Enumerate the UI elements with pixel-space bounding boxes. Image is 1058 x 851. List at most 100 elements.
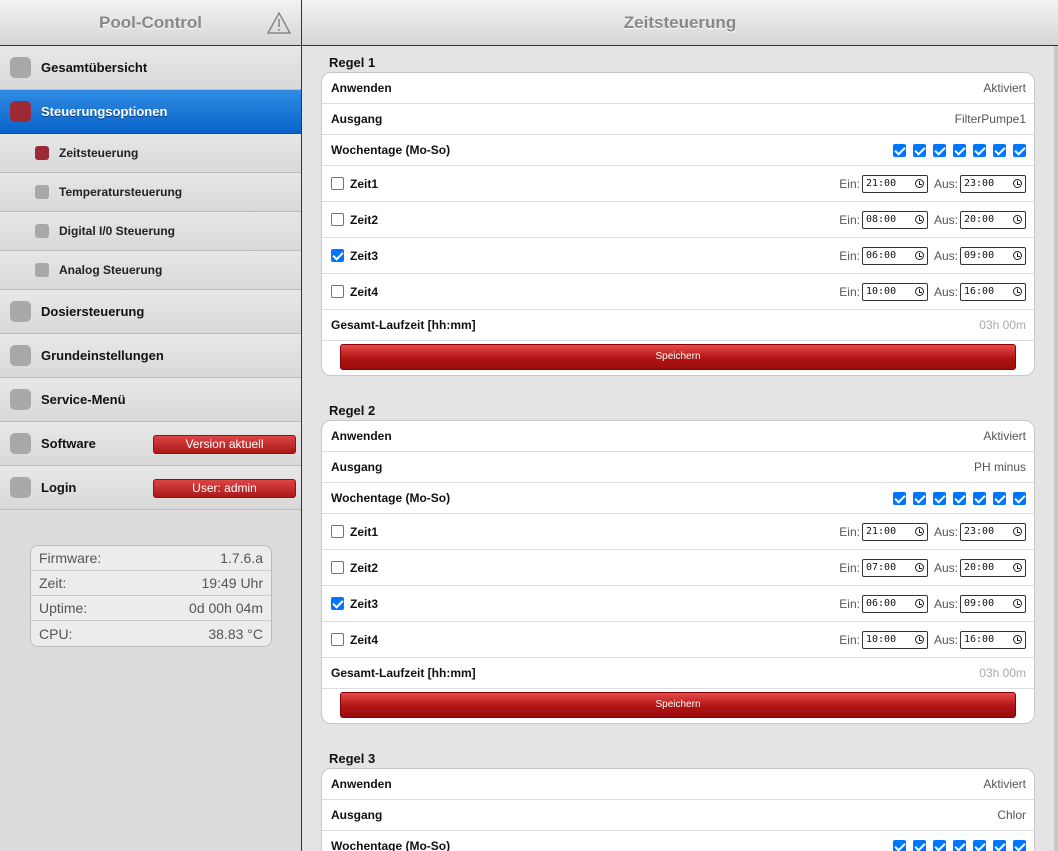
output-row[interactable]: Ausgang PH minus <box>322 452 1034 483</box>
off-time-input[interactable]: 16:00 <box>960 282 1026 301</box>
software-version-badge[interactable]: Version aktuell <box>153 435 296 454</box>
output-row[interactable]: Ausgang Chlor <box>322 800 1034 831</box>
off-time-input[interactable]: 23:00 <box>960 522 1026 541</box>
login-user-badge[interactable]: User: admin <box>153 479 296 498</box>
nav-dosiersteuerung[interactable]: Dosiersteuerung <box>0 290 301 334</box>
nav-marker <box>10 389 31 410</box>
rule-section: Regel 2 Anwenden Aktiviert Ausgang PH minus W… <box>321 401 1035 724</box>
weekday-checkbox-2[interactable] <box>913 143 926 157</box>
weekday-checkbox-6[interactable] <box>993 839 1006 851</box>
time-enable-checkbox[interactable] <box>331 249 344 262</box>
time-enable-checkbox[interactable] <box>331 561 344 574</box>
on-time-input[interactable]: 21:00 <box>861 522 928 541</box>
clock-icon <box>914 635 924 644</box>
nav-service-menu[interactable]: Service-Menü <box>0 378 301 422</box>
weekday-checkbox-5[interactable] <box>973 839 986 851</box>
save-button[interactable]: Speichern <box>340 344 1016 370</box>
off-time-input[interactable]: 09:00 <box>960 246 1026 265</box>
apply-row[interactable]: Anwenden Aktiviert <box>322 421 1034 452</box>
weekday-checkbox-3[interactable] <box>933 839 946 851</box>
weekday-checkboxes <box>886 839 1026 851</box>
on-time-input[interactable]: 06:00 <box>861 594 928 613</box>
on-time-value: 21:00 <box>865 178 897 189</box>
weekday-checkbox-4[interactable] <box>953 143 966 157</box>
output-row[interactable]: Ausgang FilterPumpe1 <box>322 104 1034 135</box>
on-time-input[interactable]: 06:00 <box>861 246 928 265</box>
nav-login[interactable]: Login User: admin <box>0 466 301 510</box>
subnav-analog[interactable]: Analog Steuerung <box>0 251 301 290</box>
off-label: Aus: <box>933 212 958 227</box>
weekday-checkbox-7[interactable] <box>1013 839 1026 851</box>
on-time-input[interactable]: 08:00 <box>861 210 928 229</box>
weekdays-label: Wochentage (Mo-So) <box>331 839 451 851</box>
weekdays-label: Wochentage (Mo-So) <box>331 143 451 157</box>
off-time-input[interactable]: 23:00 <box>960 174 1026 193</box>
off-time-input[interactable]: 09:00 <box>960 594 1026 613</box>
subnav-zeitsteuerung[interactable]: Zeitsteuerung <box>0 134 301 173</box>
weekday-checkbox-7[interactable] <box>1013 143 1026 157</box>
nav-gesamtuebersicht[interactable]: Gesamtübersicht <box>0 46 301 90</box>
on-label: Ein: <box>839 524 860 539</box>
info-label: CPU: <box>39 625 73 642</box>
time-enable-checkbox[interactable] <box>331 525 344 538</box>
time-label: Zeit4 <box>350 632 379 647</box>
weekday-checkbox-3[interactable] <box>933 491 946 505</box>
nav-software[interactable]: Software Version aktuell <box>0 422 301 466</box>
off-time-input[interactable]: 20:00 <box>960 210 1026 229</box>
total-runtime-value: 03h 00m <box>979 666 1026 680</box>
weekday-checkbox-4[interactable] <box>953 491 966 505</box>
weekday-checkbox-3[interactable] <box>933 143 946 157</box>
on-time-value: 08:00 <box>865 214 897 225</box>
weekday-checkbox-6[interactable] <box>993 491 1006 505</box>
output-value[interactable]: FilterPumpe1 <box>955 112 1026 126</box>
off-time-input[interactable]: 20:00 <box>960 558 1026 577</box>
on-time-input[interactable]: 10:00 <box>861 630 928 649</box>
weekdays-row: Wochentage (Mo-So) <box>322 135 1034 166</box>
weekdays-row: Wochentage (Mo-So) <box>322 483 1034 514</box>
nav-steuerungsoptionen[interactable]: Steuerungsoptionen <box>0 90 301 134</box>
time-enable-checkbox[interactable] <box>331 633 344 646</box>
total-runtime-row: Gesamt-Laufzeit [hh:mm] 03h 00m <box>322 658 1034 689</box>
time-row: Zeit2 Ein: 08:00 Aus: 20:00 <box>322 202 1034 238</box>
time-enable-checkbox[interactable] <box>331 597 344 610</box>
subnav-digital-io[interactable]: Digital I/0 Steuerung <box>0 212 301 251</box>
on-time-input[interactable]: 21:00 <box>861 174 928 193</box>
weekday-checkbox-7[interactable] <box>1013 491 1026 505</box>
scrollbar[interactable] <box>1054 46 1058 851</box>
weekday-checkbox-6[interactable] <box>993 143 1006 157</box>
time-enable-checkbox[interactable] <box>331 213 344 226</box>
weekday-checkbox-2[interactable] <box>913 839 926 851</box>
weekday-checkbox-1[interactable] <box>893 839 906 851</box>
weekday-checkbox-2[interactable] <box>913 491 926 505</box>
apply-label: Anwenden <box>331 777 392 791</box>
apply-value[interactable]: Aktiviert <box>983 777 1026 791</box>
weekday-checkbox-5[interactable] <box>973 143 986 157</box>
weekday-checkbox-4[interactable] <box>953 839 966 851</box>
subnav-temperatursteuerung[interactable]: Temperatursteuerung <box>0 173 301 212</box>
weekday-checkbox-1[interactable] <box>893 143 906 157</box>
output-value[interactable]: Chlor <box>997 808 1026 822</box>
weekday-checkbox-5[interactable] <box>973 491 986 505</box>
time-row: Zeit4 Ein: 10:00 Aus: 16:00 <box>322 622 1034 658</box>
info-label: Uptime: <box>39 600 88 616</box>
apply-row[interactable]: Anwenden Aktiviert <box>322 769 1034 800</box>
on-time-input[interactable]: 07:00 <box>861 558 928 577</box>
sidebar-header: Pool-Control <box>0 0 301 46</box>
weekday-checkbox-1[interactable] <box>893 491 906 505</box>
subnav-label: Digital I/0 Steuerung <box>59 224 176 238</box>
apply-value[interactable]: Aktiviert <box>983 429 1026 443</box>
nav-grundeinstellungen[interactable]: Grundeinstellungen <box>0 334 301 378</box>
rule-section: Regel 3 Anwenden Aktiviert Ausgang Chlor Woch… <box>321 749 1035 851</box>
clock-icon <box>914 179 924 188</box>
warning-icon[interactable] <box>267 12 291 34</box>
off-time-input[interactable]: 16:00 <box>960 630 1026 649</box>
on-time-input[interactable]: 10:00 <box>861 282 928 301</box>
time-enable-checkbox[interactable] <box>331 285 344 298</box>
off-label: Aus: <box>933 524 958 539</box>
apply-row[interactable]: Anwenden Aktiviert <box>322 73 1034 104</box>
output-value[interactable]: PH minus <box>974 460 1026 474</box>
save-row: Speichern <box>322 689 1034 723</box>
time-enable-checkbox[interactable] <box>331 177 344 190</box>
apply-value[interactable]: Aktiviert <box>983 81 1026 95</box>
save-button[interactable]: Speichern <box>340 692 1016 718</box>
